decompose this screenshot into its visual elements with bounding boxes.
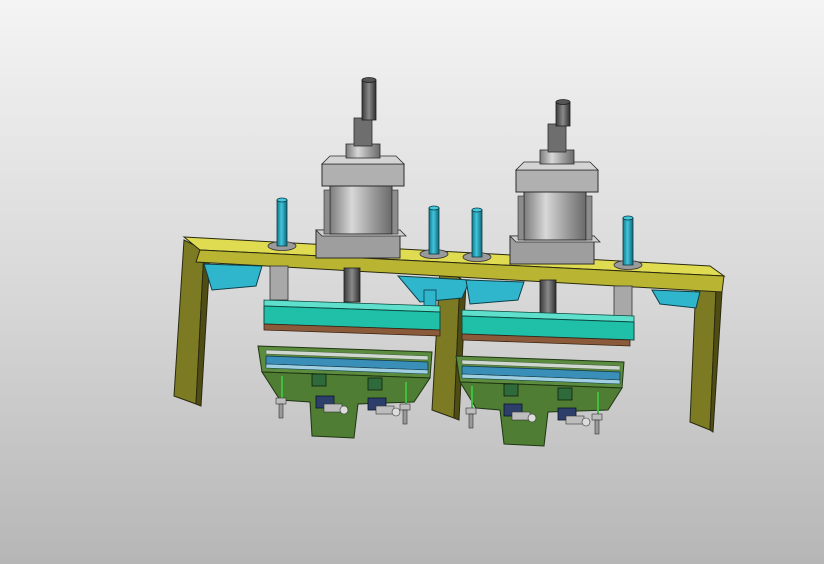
cad-viewport[interactable] <box>0 0 824 564</box>
guide-rod-3 <box>462 207 492 262</box>
press-fixture-model[interactable] <box>0 0 824 564</box>
press-platen-left <box>263 299 441 337</box>
guide-rod-1 <box>267 197 297 251</box>
guide-rod-4 <box>613 215 643 270</box>
pneumatic-cylinder-right <box>509 99 601 337</box>
guide-rod-2 <box>419 205 449 259</box>
press-platen-right <box>461 309 635 347</box>
